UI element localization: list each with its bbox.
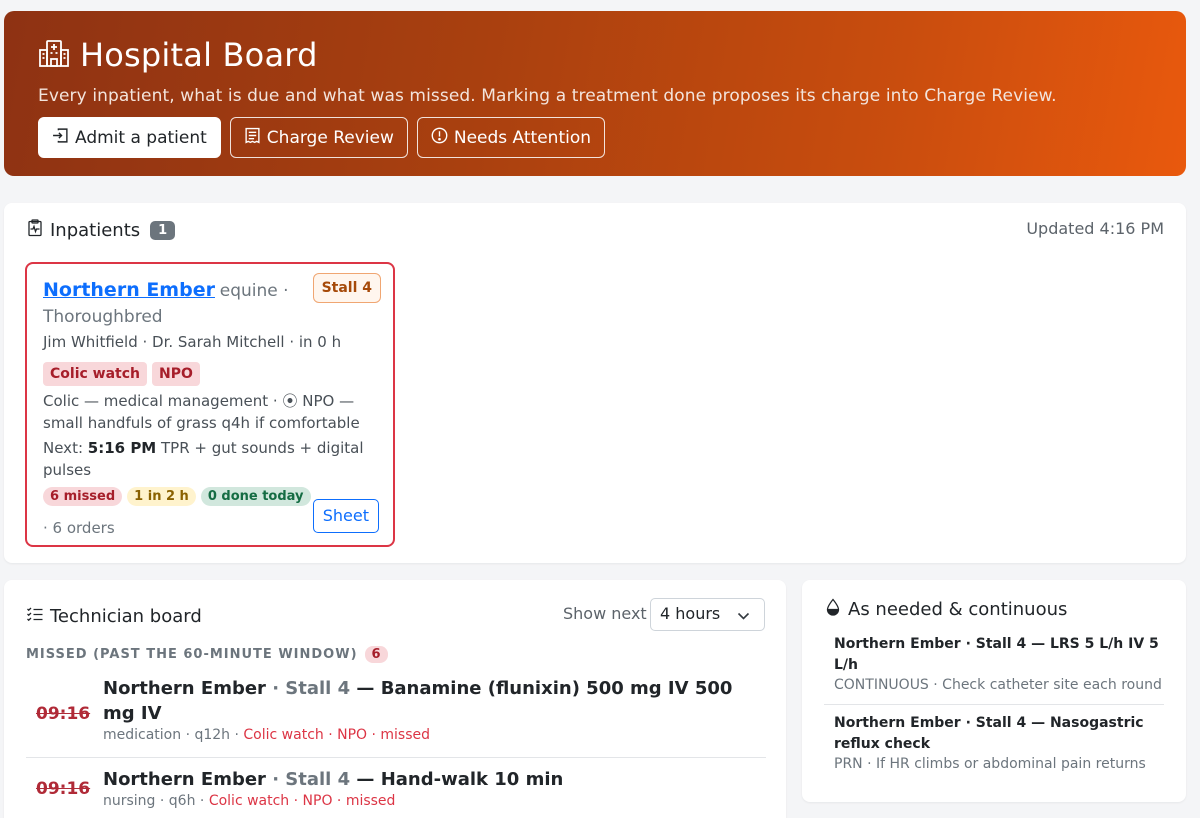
prn-item-meta: PRN · If HR climbs or abdominal pain ret… [834, 756, 1146, 772]
tag-colic-watch: Colic watch [43, 362, 148, 386]
as-needed-header: As needed & continuous [824, 598, 1067, 621]
missed-badge: 6 missed [43, 487, 123, 506]
prn-item[interactable]: Northern Ember · Stall 4 — LRS 5 L/h IV … [834, 634, 1164, 693]
hero-actions: Admit a patient Charge Review Needs Atte… [38, 117, 1152, 158]
inpatients-count-badge: 1 [150, 221, 176, 240]
next-time: 5:16 PM [87, 439, 157, 457]
task-treatment: — Hand-walk 10 min [350, 769, 564, 790]
patient-diagnosis: Colic — medical management · ⦿ NPO — sma… [43, 392, 360, 432]
charge-review-button[interactable]: Charge Review [229, 117, 408, 158]
patient-owner-line: Jim Whitfield · Dr. Sarah Mitchell · in … [43, 333, 342, 351]
task-meta-flags: Colic watch · NPO · missed [208, 793, 396, 809]
task-stall: Stall 4 [285, 678, 351, 699]
needs-attention-button[interactable]: Needs Attention [416, 117, 606, 158]
patient-heading: Northern Ember equine · Thoroughbred [43, 277, 303, 330]
droplet-icon [824, 598, 842, 621]
missed-count-badge: 6 [364, 646, 388, 663]
updated-timestamp: Updated 4:16 PM [1026, 219, 1164, 238]
prn-divider [824, 704, 1164, 705]
hero-title-row: Hospital Board [38, 33, 1152, 77]
sheet-button[interactable]: Sheet [312, 499, 379, 533]
as-needed-panel: As needed & continuous Northern Ember · … [802, 580, 1186, 802]
task-meta-plain: nursing · q6h · [103, 793, 209, 809]
admit-patient-label: Admit a patient [75, 127, 207, 148]
inpatients-panel: Inpatients 1 Updated 4:16 PM Stall 4 Nor… [4, 203, 1186, 563]
clipboard-pulse-icon [26, 219, 44, 242]
technician-board-header: Technician board [26, 605, 202, 628]
charge-review-label: Charge Review [266, 127, 394, 148]
task-divider [26, 757, 766, 758]
task-meta-plain: medication · q12h · [103, 727, 244, 743]
sign-in-icon [52, 127, 69, 149]
list-check-icon [26, 605, 44, 628]
missed-section-header: MISSED (PAST THE 60-MINUTE WINDOW) 6 [26, 646, 388, 663]
prn-item-meta: CONTINUOUS · Check catheter site each ro… [834, 677, 1162, 693]
task-meta-flags: Colic watch · NPO · missed [243, 727, 431, 743]
chevron-down-icon [737, 612, 750, 620]
due-soon-badge: 1 in 2 h [127, 487, 196, 506]
hero-banner: Hospital Board Every inpatient, what is … [4, 11, 1186, 176]
technician-board-title: Technician board [50, 606, 202, 627]
hospital-icon [38, 37, 70, 73]
prn-item-title: Northern Ember · Stall 4 — LRS 5 L/h IV … [834, 636, 1159, 673]
page-title: Hospital Board [80, 36, 318, 74]
show-next-label: Show next [563, 604, 647, 623]
done-today-badge: 0 done today [200, 487, 311, 506]
task-time: 09:16 [36, 704, 91, 724]
exclamation-circle-icon [431, 127, 448, 149]
task-meta: medication · q12h · Colic watch · NPO · … [103, 727, 743, 743]
task-time: 09:16 [36, 779, 91, 799]
task-sep: · [265, 769, 286, 790]
tag-npo: NPO [152, 362, 200, 386]
patient-tags: Colic watch NPO [43, 362, 377, 386]
prn-item-title: Northern Ember · Stall 4 — Nasogastric r… [834, 715, 1144, 752]
task-stall: Stall 4 [285, 769, 351, 790]
page-subtitle: Every inpatient, what is due and what wa… [38, 86, 1057, 106]
admit-patient-button[interactable]: Admit a patient [38, 117, 221, 158]
task-title: Northern Ember · Stall 4 — Banamine (flu… [103, 676, 743, 726]
needs-attention-label: Needs Attention [453, 127, 592, 148]
missed-section-title: MISSED (PAST THE 60-MINUTE WINDOW) [26, 647, 358, 662]
task-meta: nursing · q6h · Colic watch · NPO · miss… [103, 793, 743, 809]
inpatients-title: Inpatients [50, 220, 141, 241]
show-next-select[interactable]: 4 hours [650, 598, 765, 631]
as-needed-title: As needed & continuous [848, 599, 1068, 620]
task-sep: · [265, 678, 286, 699]
task-body: Northern Ember · Stall 4 — Hand-walk 10 … [103, 767, 743, 809]
inpatients-header: Inpatients 1 [26, 219, 176, 242]
task-title: Northern Ember · Stall 4 — Hand-walk 10 … [103, 767, 743, 792]
receipt-icon [244, 127, 261, 149]
patient-card[interactable]: Stall 4 Northern Ember equine · Thorough… [25, 262, 395, 547]
patient-name-link[interactable]: Northern Ember [43, 279, 215, 301]
show-next-value: 4 hours [660, 604, 721, 623]
patient-next-task: Next: 5:16 PM TPR + gut sounds + digital… [43, 437, 377, 481]
task-body: Northern Ember · Stall 4 — Banamine (flu… [103, 676, 743, 743]
technician-board-panel: Technician board Show next 4 hours MISSE… [4, 580, 786, 818]
stall-badge: Stall 4 [312, 273, 381, 303]
next-label: Next: [43, 439, 83, 457]
task-patient: Northern Ember [103, 678, 266, 699]
prn-item[interactable]: Northern Ember · Stall 4 — Nasogastric r… [834, 713, 1164, 772]
task-patient: Northern Ember [103, 769, 266, 790]
